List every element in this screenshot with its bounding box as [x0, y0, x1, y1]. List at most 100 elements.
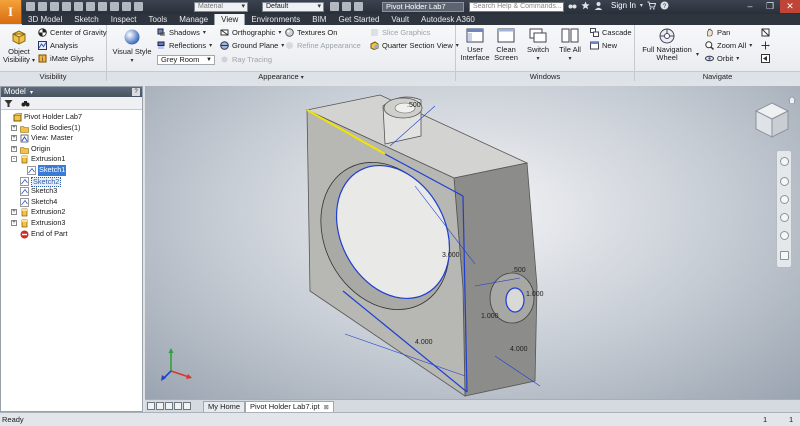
open-file-icon[interactable] — [38, 2, 47, 11]
tile-vertical-icon[interactable] — [156, 402, 164, 410]
tab-vault[interactable]: Vault — [385, 14, 415, 25]
select-icon[interactable] — [134, 2, 143, 11]
orbit-nav-icon[interactable] — [780, 213, 789, 222]
cascade-button[interactable]: Cascade — [590, 28, 632, 37]
arrange-icon[interactable] — [174, 402, 182, 410]
tree-item[interactable]: - Extrusion1 — [1, 154, 142, 165]
undo-icon[interactable] — [62, 2, 71, 11]
user-interface-button[interactable]: User Interface — [460, 28, 490, 62]
close-tab-icon[interactable]: ⊠ — [324, 405, 329, 411]
adjust-icon[interactable] — [342, 2, 351, 11]
tree-item[interactable]: Sketch4 — [1, 197, 142, 208]
expand-icon[interactable]: + — [11, 135, 17, 142]
object-visibility-button[interactable]: Object Visibility ▾ — [2, 28, 36, 65]
help-icon[interactable]: ? — [660, 1, 669, 10]
navbar-options-icon[interactable] — [780, 251, 789, 260]
help-search-input[interactable]: Search Help & Commands... — [469, 2, 564, 12]
expand-icon[interactable]: + — [11, 145, 17, 152]
tile-all-button[interactable]: Tile All ▾ — [557, 28, 583, 63]
dimension-d4[interactable]: 1.000 — [526, 291, 544, 298]
shadows-button[interactable]: Shadows ▾ — [157, 28, 206, 37]
steering-wheel-icon[interactable] — [780, 157, 789, 166]
textures-on-button[interactable]: Textures On — [285, 28, 337, 37]
cart-icon[interactable] — [647, 1, 657, 10]
appearance-dropdown[interactable]: Default ▾ — [262, 2, 324, 12]
part-model[interactable]: .500 3.000 .500 1.000 4.000 1.000 4.000 — [145, 86, 800, 399]
look-at-button[interactable] — [761, 28, 770, 37]
dimension-d2[interactable]: 3.000 — [442, 252, 460, 259]
dimension-d5[interactable]: 4.000 — [510, 346, 528, 353]
tab-manage[interactable]: Manage — [173, 14, 214, 25]
new-file-icon[interactable] — [26, 2, 35, 11]
model-browser-help-icon[interactable]: ? — [132, 88, 140, 96]
dimension-d7[interactable]: 4.000 — [415, 339, 433, 346]
pan-nav-icon[interactable] — [780, 177, 789, 186]
dimension-d6[interactable]: 1.000 — [481, 313, 499, 320]
visual-style-button[interactable]: Visual Style ▾ — [111, 28, 153, 65]
tab-environments[interactable]: Environments — [245, 14, 306, 25]
look-at-nav-icon[interactable] — [780, 231, 789, 240]
center-of-gravity-button[interactable]: Center of Gravity — [38, 28, 107, 37]
tab-get-started[interactable]: Get Started — [332, 14, 385, 25]
zoom-all-button[interactable]: Zoom All ▾ — [705, 41, 752, 50]
dimension-d1[interactable]: .500 — [407, 102, 421, 109]
imate-glyphs-button[interactable]: i iMate Glyphs — [38, 54, 94, 63]
tree-item[interactable]: + Origin — [1, 144, 142, 155]
application-menu-button[interactable]: I — [0, 0, 22, 24]
zoom-window-button[interactable] — [761, 41, 770, 50]
zoom-nav-icon[interactable] — [780, 195, 789, 204]
tree-item[interactable]: + Extrusion3 — [1, 218, 142, 229]
expand-icon[interactable]: + — [11, 219, 17, 226]
tree-item[interactable]: Sketch1 — [1, 164, 142, 176]
close-button[interactable]: ✕ — [780, 0, 800, 13]
orbit-button[interactable]: Orbit ▾ — [705, 54, 739, 63]
tile-horizontal-icon[interactable] — [147, 402, 155, 410]
update-icon[interactable] — [122, 2, 131, 11]
viewcube[interactable] — [754, 101, 790, 141]
tree-item[interactable]: + View: Master — [1, 133, 142, 144]
save-icon[interactable] — [50, 2, 59, 11]
star-icon[interactable] — [581, 1, 590, 10]
chevron-down-icon[interactable]: ▾ — [640, 2, 643, 9]
new-window-button[interactable]: New — [590, 41, 617, 50]
navigation-wheel-dropdown[interactable]: ▾ — [696, 51, 699, 58]
previous-view-button[interactable] — [761, 54, 770, 63]
clear-override-icon[interactable] — [330, 2, 339, 11]
tab-view[interactable]: View — [214, 14, 246, 25]
tree-item[interactable]: Sketch2 — [1, 176, 142, 188]
collapse-icon[interactable]: - — [11, 156, 17, 163]
lighting-style-select[interactable]: Grey Room ▼ — [157, 55, 215, 65]
ground-plane-button[interactable]: Ground Plane ▾ — [220, 41, 284, 50]
tree-item[interactable]: + Extrusion2 — [1, 207, 142, 218]
tab-autodesk-a360[interactable]: Autodesk A360 — [415, 14, 481, 25]
ray-tracing-button[interactable]: Ray Tracing — [220, 55, 272, 64]
home-view-icon[interactable] — [788, 96, 796, 104]
clean-screen-button[interactable]: Clean Screen — [492, 28, 520, 62]
reflections-button[interactable]: Reflections ▾ — [157, 41, 212, 50]
document-menu-icon[interactable] — [183, 402, 191, 410]
binoculars-icon[interactable] — [568, 1, 577, 10]
tab-3d-model[interactable]: 3D Model — [22, 14, 68, 25]
filter-icon[interactable] — [4, 99, 13, 108]
expand-icon[interactable]: + — [11, 209, 17, 216]
slice-graphics-button[interactable]: Slice Graphics — [370, 28, 430, 37]
find-icon[interactable] — [21, 99, 30, 108]
sign-in-link[interactable]: Sign In — [611, 1, 636, 10]
full-navigation-wheel-button[interactable]: Full Navigation Wheel — [639, 28, 695, 62]
tree-item[interactable]: Sketch3 — [1, 186, 142, 197]
quarter-section-view-button[interactable]: Quarter Section View ▾ — [370, 41, 459, 50]
home-icon[interactable] — [86, 2, 95, 11]
tab-sketch[interactable]: Sketch — [68, 14, 104, 25]
tab-inspect[interactable]: Inspect — [105, 14, 143, 25]
cascade-windows-icon[interactable] — [165, 402, 173, 410]
analysis-button[interactable]: Analysis — [38, 41, 78, 50]
tab-my-home[interactable]: My Home — [203, 401, 246, 412]
dimension-d3[interactable]: .500 — [512, 267, 526, 274]
refine-appearance-button[interactable]: Refine Appearance — [285, 41, 361, 50]
expand-icon[interactable]: + — [11, 124, 17, 131]
switch-button[interactable]: Switch ▾ — [525, 28, 551, 63]
tree-item[interactable]: Pivot Holder Lab7 — [1, 112, 142, 123]
tab-tools[interactable]: Tools — [143, 14, 174, 25]
return-icon[interactable] — [110, 2, 119, 11]
tab-pivot-holder-document[interactable]: Pivot Holder Lab7.ipt ⊠ — [245, 401, 334, 412]
